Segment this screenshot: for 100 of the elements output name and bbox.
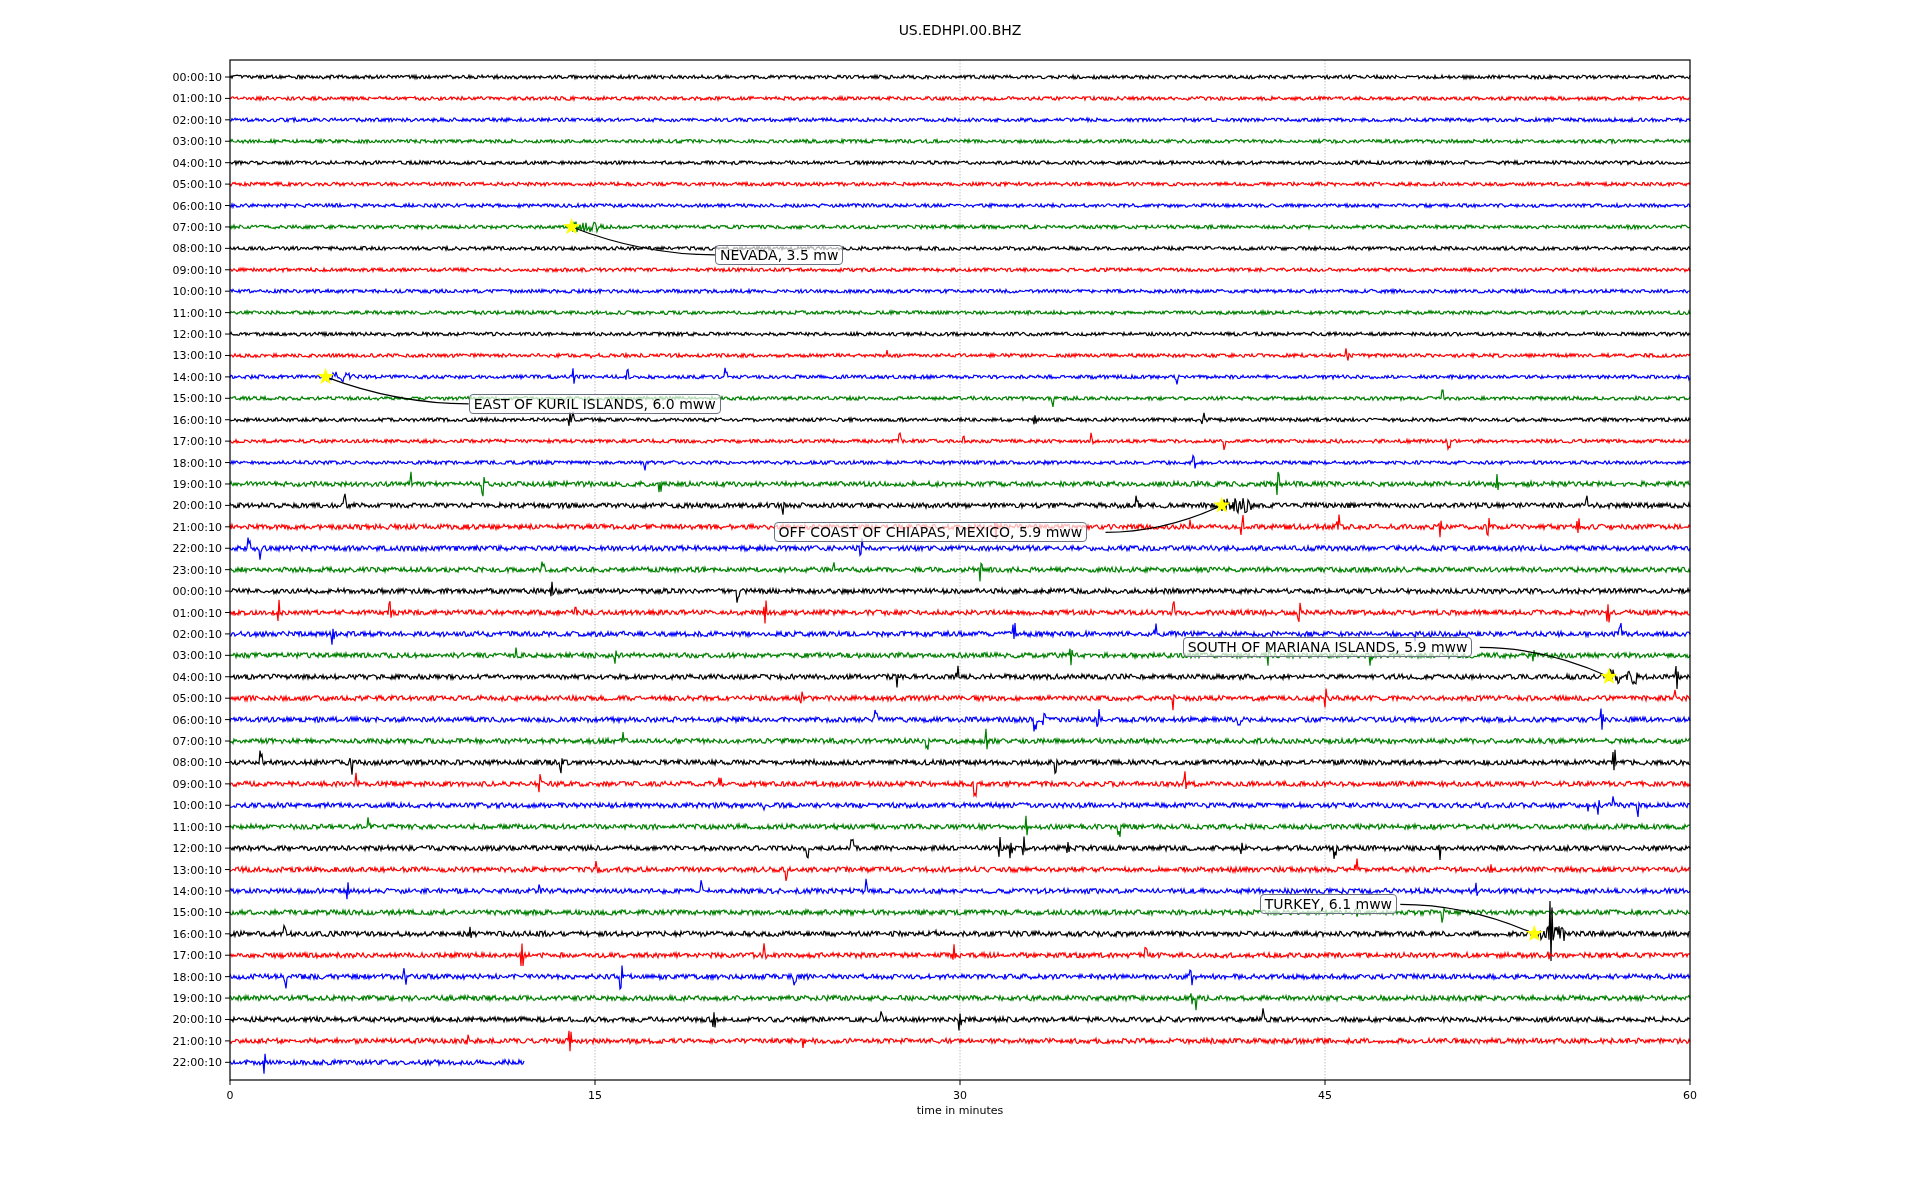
y-tick-label: 16:00:10 — [172, 927, 222, 941]
y-tick-label: 14:00:10 — [172, 370, 222, 384]
tick-mark — [594, 1079, 596, 1086]
y-tick-label: 17:00:10 — [172, 435, 222, 449]
tick-mark — [224, 890, 231, 892]
annotation-label: TURKEY, 6.1 mww — [1259, 894, 1398, 915]
tick-mark — [224, 954, 231, 956]
tick-mark — [224, 547, 231, 549]
star-marker — [1600, 667, 1618, 684]
y-tick-label: 04:00:10 — [172, 156, 222, 170]
y-tick-label: 11:00:10 — [172, 820, 222, 834]
y-tick-label: 14:00:10 — [172, 884, 222, 898]
tick-mark — [224, 376, 231, 378]
y-tick-label: 00:00:10 — [172, 71, 222, 84]
tick-mark — [1324, 1079, 1326, 1086]
y-tick-label: 13:00:10 — [172, 349, 222, 363]
tick-mark — [224, 290, 231, 292]
tick-mark — [224, 526, 231, 528]
y-tick-label: 20:00:10 — [172, 499, 222, 513]
y-tick-label: 11:00:10 — [172, 306, 222, 320]
y-tick-label: 04:00:10 — [172, 670, 222, 684]
x-tick-label: 30 — [953, 1089, 967, 1102]
tick-mark — [224, 847, 231, 849]
y-tick-label: 21:00:10 — [172, 520, 222, 534]
tick-mark — [224, 483, 231, 485]
tick-mark — [224, 933, 231, 935]
y-tick-label: 06:00:10 — [172, 199, 222, 213]
y-tick-label: 15:00:10 — [172, 906, 222, 920]
star-marker — [317, 367, 335, 385]
y-tick-label: 20:00:10 — [172, 1013, 222, 1027]
tick-mark — [224, 612, 231, 613]
tick-mark — [224, 397, 231, 399]
tick-mark — [959, 1079, 961, 1086]
y-tick-label: 01:00:10 — [172, 92, 222, 106]
tick-mark — [224, 504, 231, 506]
y-tick-label: 09:00:10 — [172, 777, 222, 791]
y-tick-label: 12:00:10 — [172, 328, 222, 342]
annotation-label: OFF COAST OF CHIAPAS, MEXICO, 5.9 mww — [773, 522, 1088, 543]
tick-mark — [224, 76, 231, 78]
y-tick-label: 22:00:10 — [172, 1056, 222, 1070]
tick-mark — [224, 226, 231, 228]
tick-mark — [224, 162, 231, 164]
y-tick-label: 17:00:10 — [172, 949, 222, 963]
x-tick-label: 45 — [1318, 1089, 1332, 1102]
y-tick-label: 19:00:10 — [172, 478, 222, 491]
y-tick-label: 10:00:10 — [172, 285, 222, 299]
x-tick-label: 15 — [588, 1089, 602, 1102]
y-tick-label: 03:00:10 — [172, 649, 222, 663]
tick-mark — [224, 911, 231, 913]
tick-mark — [224, 719, 231, 721]
tick-mark — [224, 997, 231, 999]
tick-mark — [224, 247, 231, 249]
tick-mark — [224, 440, 231, 442]
tick-mark — [224, 205, 231, 206]
y-tick-label: 21:00:10 — [172, 1034, 222, 1048]
tick-mark — [224, 697, 231, 699]
y-tick-label: 13:00:10 — [172, 863, 222, 877]
tick-mark — [224, 333, 231, 335]
star-marker — [1213, 496, 1231, 513]
tick-mark — [224, 183, 231, 185]
y-tick-label: 08:00:10 — [172, 756, 222, 770]
tick-mark — [224, 97, 231, 99]
tick-mark — [224, 312, 231, 314]
y-tick-label: 18:00:10 — [172, 456, 222, 470]
tick-mark — [224, 269, 231, 271]
star-marker — [563, 217, 581, 235]
tick-mark — [224, 869, 231, 871]
y-tick-label: 03:00:10 — [172, 135, 222, 149]
tick-mark — [224, 826, 231, 828]
y-tick-label: 15:00:10 — [172, 392, 222, 406]
y-tick-label: 05:00:10 — [172, 692, 222, 706]
y-tick-label: 02:00:10 — [172, 113, 222, 127]
chart-title: US.EDHPI.00.BHZ — [898, 22, 1022, 38]
tick-mark — [224, 804, 231, 806]
tick-mark — [224, 740, 231, 742]
tick-mark — [224, 654, 231, 656]
annotation-label: EAST OF KURIL ISLANDS, 6.0 mww — [468, 393, 721, 414]
y-tick-label: 12:00:10 — [172, 842, 222, 856]
tick-mark — [224, 761, 231, 763]
tick-mark — [229, 1079, 231, 1086]
tick-mark — [224, 633, 231, 635]
y-tick-label: 01:00:10 — [172, 606, 222, 620]
tick-mark — [224, 1061, 231, 1063]
axis-label: time in minutes — [916, 1104, 1004, 1117]
y-tick-label: 09:00:10 — [172, 263, 222, 277]
y-tick-label: 08:00:10 — [172, 242, 222, 256]
tick-mark — [224, 419, 231, 421]
annotation-label: NEVADA, 3.5 mw — [714, 244, 844, 265]
y-tick-label: 22:00:10 — [172, 542, 222, 556]
y-tick-label: 23:00:10 — [172, 563, 222, 577]
y-tick-label: 02:00:10 — [172, 627, 222, 641]
tick-mark — [224, 676, 231, 678]
tick-mark — [1689, 1079, 1691, 1086]
y-tick-label: 10:00:10 — [172, 799, 222, 813]
x-tick-label: 0 — [226, 1089, 234, 1102]
y-tick-label: 07:00:10 — [172, 220, 222, 234]
tick-mark — [224, 354, 231, 356]
y-tick-label: 07:00:10 — [172, 735, 222, 748]
x-tick-label: 60 — [1683, 1089, 1697, 1102]
tick-mark — [224, 1019, 231, 1020]
